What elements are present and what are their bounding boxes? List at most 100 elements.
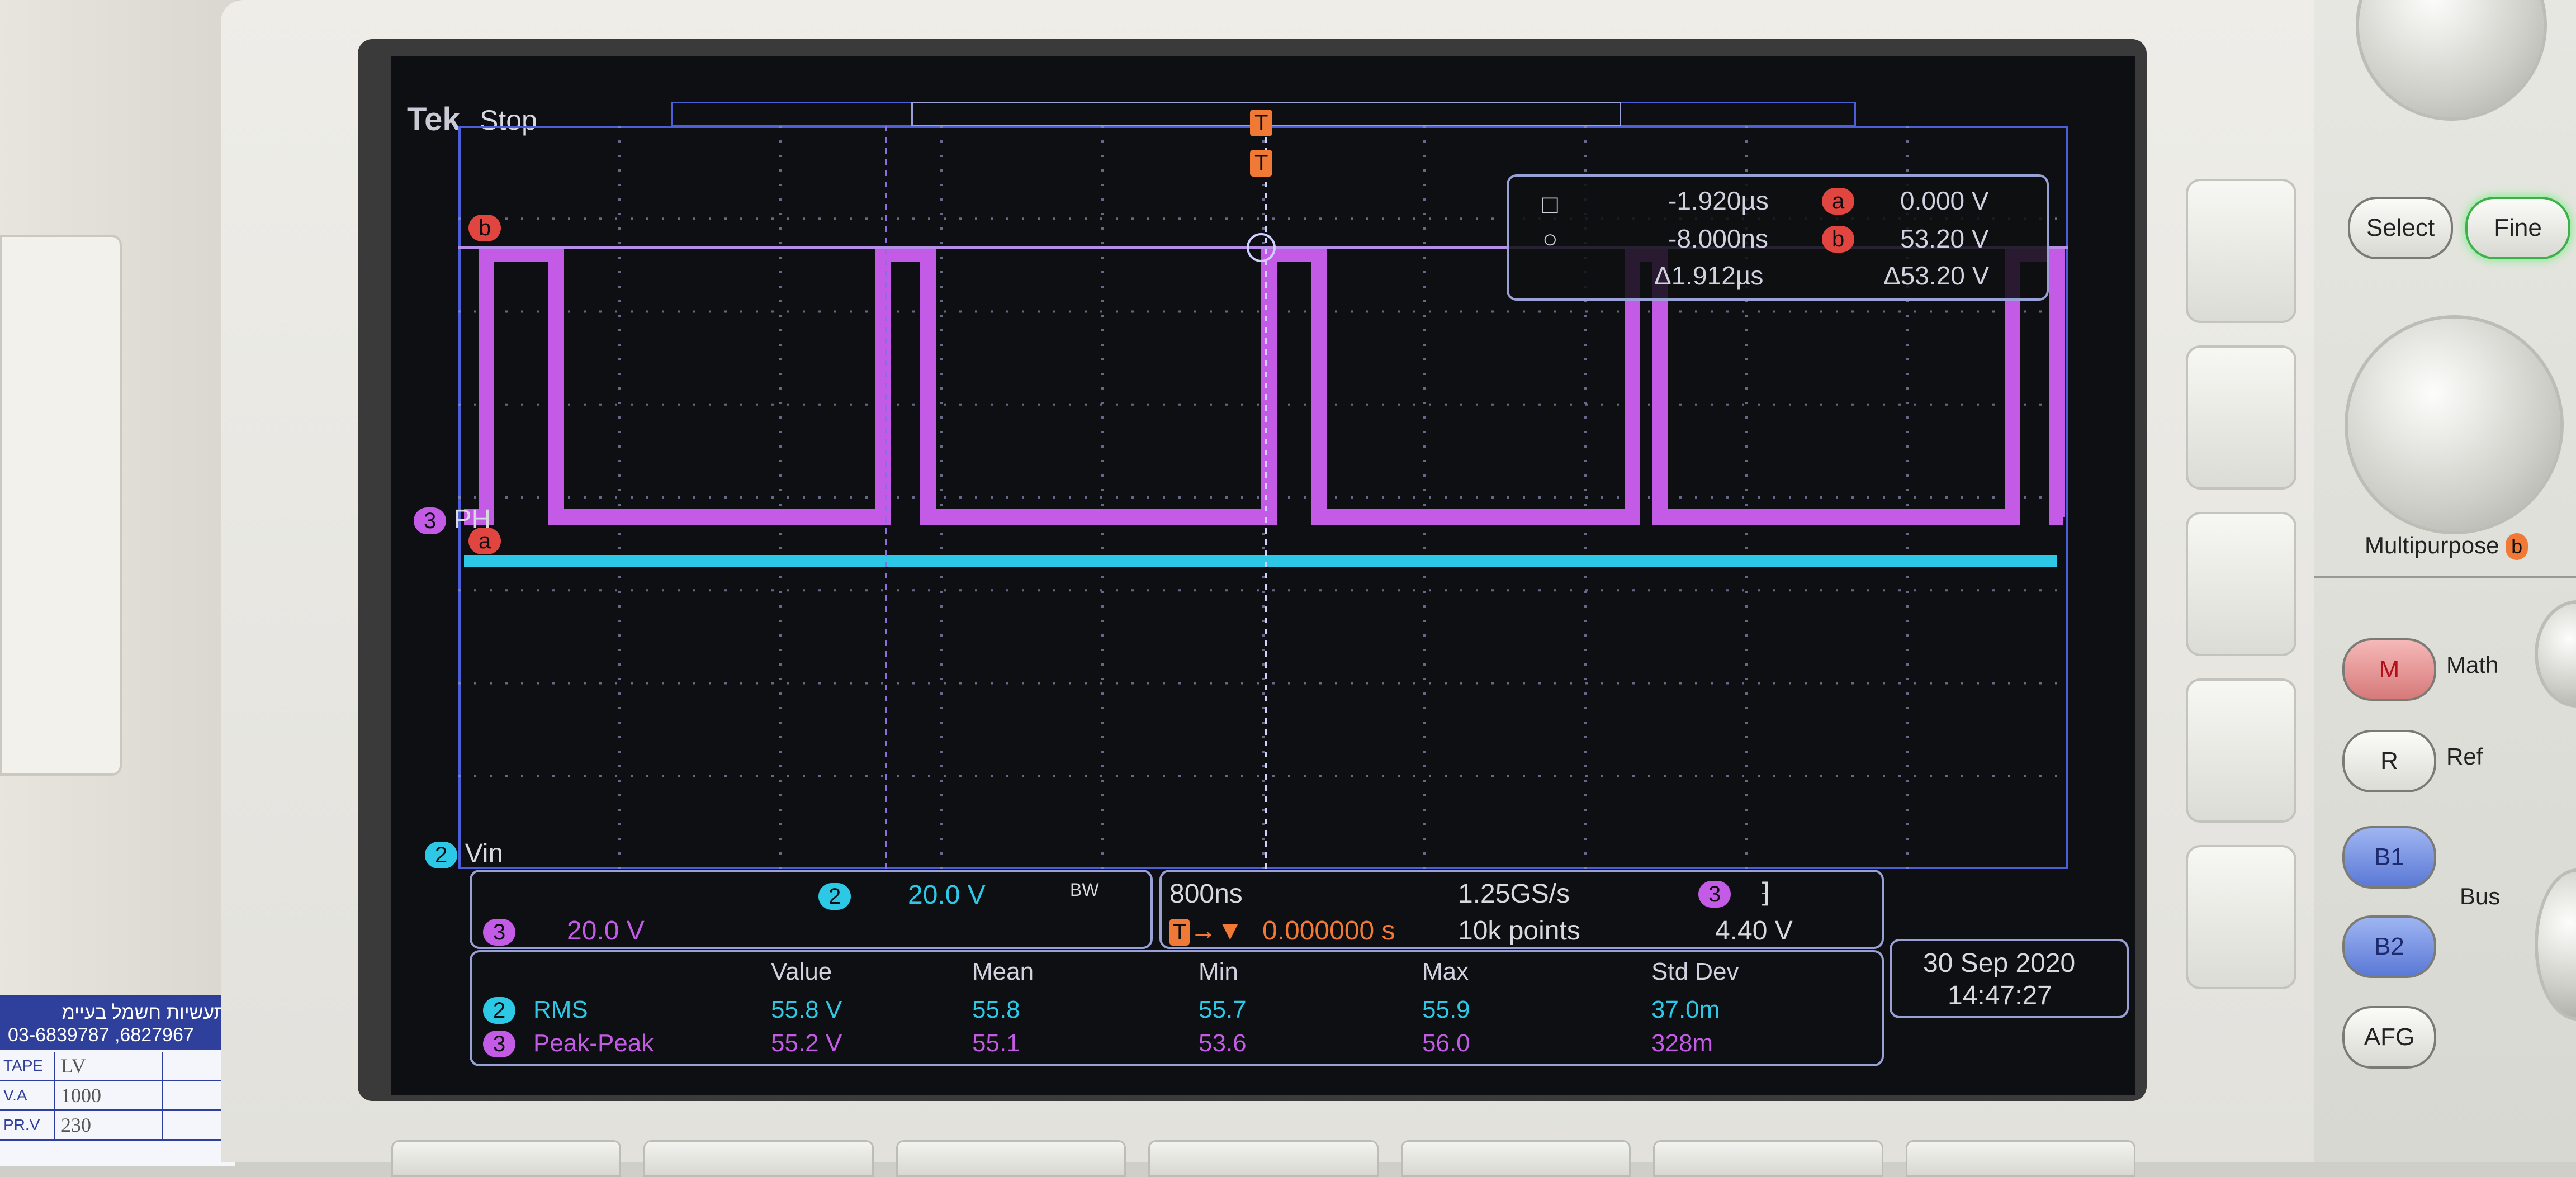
grid-dot (678, 310, 680, 313)
grid-dot (1906, 460, 1909, 462)
multipurpose-b-knob[interactable] (2348, 319, 2560, 531)
trigger-position-marker[interactable]: T (1250, 106, 1273, 137)
grid-dot (1022, 310, 1024, 313)
fine-button[interactable]: Fine (2465, 197, 2570, 259)
meas-row-value: 55.8 V (771, 996, 842, 1023)
side-button-2[interactable] (2186, 345, 2296, 490)
grid-dot (940, 678, 943, 680)
grid-dot (944, 403, 946, 406)
grid-dot (1491, 775, 1494, 777)
grid-dot (1423, 634, 1426, 637)
channel-knob-edge[interactable] (2538, 872, 2576, 1017)
grid-dot (1570, 310, 1572, 313)
grid-dot (1883, 403, 1885, 406)
grid-dot (1726, 775, 1729, 777)
bottom-button-3[interactable] (896, 1140, 1126, 1177)
grid-dot (1262, 547, 1265, 549)
side-button-4[interactable] (2186, 678, 2296, 823)
bottom-button-7[interactable] (1905, 1140, 2135, 1177)
grid-dot (521, 775, 523, 777)
grid-dot (1742, 775, 1744, 777)
grid-dot (709, 403, 711, 406)
grid-dot (1101, 533, 1104, 535)
grid-dot (940, 504, 943, 506)
grid-dot (940, 780, 943, 782)
grid-dot (1773, 589, 1775, 592)
grid-dot (1679, 496, 1682, 499)
grid-dot (568, 775, 570, 777)
side-button-3[interactable] (2186, 512, 2296, 656)
bottom-button-1[interactable] (391, 1140, 622, 1177)
grid-dot (1085, 589, 1087, 592)
grid-dot (865, 403, 868, 406)
grid-dot (1116, 403, 1118, 406)
grid-dot (834, 496, 836, 499)
grid-dot (599, 403, 602, 406)
multipurpose-a-knob[interactable] (2359, 0, 2544, 117)
trigger-level-marker[interactable]: T (1250, 146, 1273, 177)
grid-dot (1194, 775, 1196, 777)
ch2-ground-marker[interactable]: 2 Vin (425, 838, 503, 869)
grid-dot (1335, 682, 1337, 685)
bottom-button-6[interactable] (1653, 1140, 1883, 1177)
afg-button[interactable]: AFG (2342, 1006, 2436, 1069)
grid-dot (1742, 496, 1744, 499)
grid-dot (959, 682, 962, 685)
grid-dot (1241, 217, 1243, 220)
grid-dot (940, 692, 943, 695)
bottom-button-5[interactable] (1400, 1140, 1631, 1177)
channel-knob-edge[interactable] (2538, 604, 2576, 704)
math-button[interactable]: M (2342, 638, 2436, 701)
grid-dot (818, 217, 821, 220)
grid-dot (1906, 315, 1909, 317)
grid-dot (940, 751, 943, 753)
ch2-trace (464, 555, 2057, 567)
grid-dot (1101, 227, 1104, 230)
cursor-row2-tag: b (1822, 222, 1855, 253)
grid-dot (818, 775, 821, 777)
grid-dot (1491, 310, 1494, 313)
grid-dot (1820, 310, 1822, 313)
b2-button[interactable]: B2 (2342, 915, 2436, 978)
grid-dot (940, 867, 943, 869)
grid-dot (618, 126, 621, 128)
side-button-1[interactable] (2186, 179, 2296, 323)
grid-dot (615, 217, 617, 220)
vertical-settings-box[interactable]: 2 20.0 V BW 3 20.0 V (470, 870, 1153, 949)
grid-dot (1836, 682, 1838, 685)
grid-dot (1867, 310, 1869, 313)
grid-dot (1906, 678, 1909, 680)
grid-dot (1601, 775, 1603, 777)
cursor-b-marker[interactable]: b (468, 211, 501, 242)
grid-dot (756, 217, 758, 220)
grid-dot (1745, 736, 1748, 738)
grid-dot (940, 286, 943, 288)
grid-dot (940, 591, 943, 593)
grid-dot (1210, 682, 1212, 685)
grid-dot (631, 217, 633, 220)
grid-dot (1805, 682, 1807, 685)
grid-dot (1773, 310, 1775, 313)
grid-dot (1617, 682, 1619, 685)
grid-dot (2008, 775, 2010, 777)
grid-dot (779, 358, 782, 360)
ch2-volts-per-div: 20.0 V (908, 880, 986, 910)
meas-row-value: 55.2 V (771, 1029, 842, 1057)
select-label: Select (2366, 214, 2435, 241)
grid-dot (1554, 589, 1556, 592)
side-button-5[interactable] (2186, 845, 2296, 989)
grid-dot (584, 775, 586, 777)
grid-dot (646, 310, 648, 313)
grid-dot (1695, 310, 1697, 313)
ch3-ground-marker[interactable]: 3 PH (414, 504, 491, 535)
grid-dot (709, 589, 711, 592)
select-button[interactable]: Select (2348, 197, 2453, 259)
b1-button[interactable]: B1 (2342, 826, 2436, 889)
horizontal-settings-box[interactable]: 800ns 1.25GS/s 3 ⁆ T →▼ 0.000000 s 10k po… (1159, 870, 1884, 949)
ref-button[interactable]: R (2342, 730, 2436, 792)
grid-dot (1423, 751, 1426, 753)
bottom-button-4[interactable] (1148, 1140, 1379, 1177)
bottom-button-2[interactable] (643, 1140, 874, 1177)
grid-dot (1820, 496, 1822, 499)
grid-dot (1570, 775, 1572, 777)
